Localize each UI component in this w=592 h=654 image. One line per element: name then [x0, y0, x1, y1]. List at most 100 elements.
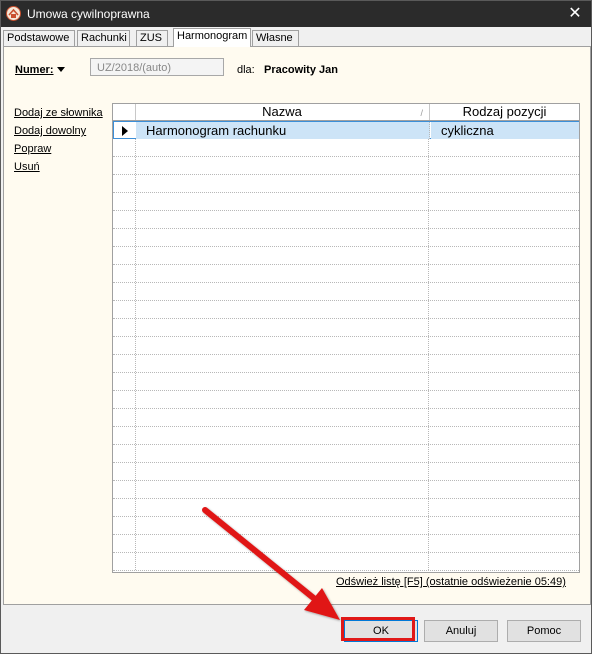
cell-rodzaj	[430, 427, 579, 444]
empty-table-row[interactable]	[113, 481, 579, 499]
cell-nazwa	[135, 481, 429, 498]
cell-nazwa	[135, 319, 429, 336]
cell-rodzaj	[430, 445, 579, 462]
app-icon	[6, 6, 21, 21]
cell-rodzaj	[430, 175, 579, 192]
column-header-rodzaj[interactable]: Rodzaj pozycji	[430, 104, 579, 120]
cell-nazwa	[135, 193, 429, 210]
cell-nazwa	[135, 301, 429, 318]
empty-table-row[interactable]	[113, 517, 579, 535]
empty-table-row[interactable]	[113, 427, 579, 445]
row-indicator-cell	[113, 139, 136, 156]
cell-rodzaj	[430, 283, 579, 300]
grid-header: Nazwa / Rodzaj pozycji	[113, 104, 579, 121]
empty-table-row[interactable]	[113, 175, 579, 193]
cell-rodzaj	[430, 337, 579, 354]
tab-harmonogram[interactable]: Harmonogram	[173, 28, 251, 47]
tab-zus[interactable]: ZUS	[136, 30, 168, 46]
row-indicator-cell	[113, 247, 136, 264]
row-indicator-cell	[113, 283, 136, 300]
sort-icon: /	[420, 108, 423, 118]
cell-rodzaj	[430, 535, 579, 552]
cell-rodzaj	[430, 247, 579, 264]
help-button[interactable]: Pomoc	[507, 620, 581, 642]
row-indicator-cell	[113, 319, 136, 336]
header-indicator-cell	[113, 104, 136, 120]
empty-table-row[interactable]	[113, 283, 579, 301]
row-indicator-cell	[113, 193, 136, 210]
empty-table-row[interactable]	[113, 211, 579, 229]
empty-table-row[interactable]	[113, 157, 579, 175]
cancel-button[interactable]: Anuluj	[424, 620, 498, 642]
window-title: Umowa cywilnoprawna	[27, 7, 150, 21]
cell-rodzaj	[430, 229, 579, 246]
numer-field[interactable]: UZ/2018/(auto)	[90, 58, 224, 76]
row-indicator-cell	[113, 337, 136, 354]
cell-nazwa	[135, 535, 429, 552]
cell-nazwa	[135, 427, 429, 444]
cell-rodzaj	[430, 391, 579, 408]
table-row[interactable]: Harmonogram rachunku cykliczna	[113, 121, 579, 139]
empty-table-row[interactable]	[113, 247, 579, 265]
empty-table-row[interactable]	[113, 391, 579, 409]
cell-nazwa	[135, 139, 429, 156]
schedule-grid[interactable]: Nazwa / Rodzaj pozycji Harmonogram rachu…	[112, 103, 580, 573]
cell-rodzaj	[430, 463, 579, 480]
cell-rodzaj	[430, 373, 579, 390]
edit-link[interactable]: Popraw	[14, 142, 103, 160]
cell-rodzaj	[430, 211, 579, 228]
empty-table-row[interactable]	[113, 229, 579, 247]
empty-table-row[interactable]	[113, 139, 579, 157]
ok-button[interactable]: OK	[344, 620, 418, 642]
tab-rachunki[interactable]: Rachunki	[77, 30, 130, 46]
cell-nazwa	[135, 175, 429, 192]
empty-table-row[interactable]	[113, 355, 579, 373]
add-custom-link[interactable]: Dodaj dowolny	[14, 124, 103, 142]
empty-table-row[interactable]	[113, 409, 579, 427]
numer-label[interactable]: Numer:	[15, 64, 54, 76]
empty-table-row[interactable]	[113, 445, 579, 463]
row-indicator-cell	[113, 229, 136, 246]
cell-nazwa	[135, 553, 429, 570]
row-indicator-cell	[114, 122, 137, 139]
cell-nazwa	[135, 517, 429, 534]
cell-rodzaj	[430, 319, 579, 336]
dla-value: Pracowity Jan	[264, 64, 338, 76]
refresh-link[interactable]: Odśwież listę [F5] (ostatnie odświeżenie…	[336, 576, 566, 588]
empty-table-row[interactable]	[113, 337, 579, 355]
empty-table-row[interactable]	[113, 463, 579, 481]
add-from-dictionary-link[interactable]: Dodaj ze słownika	[14, 106, 103, 124]
cell-nazwa	[135, 229, 429, 246]
cell-nazwa	[135, 499, 429, 516]
cell-rodzaj	[430, 355, 579, 372]
close-icon[interactable]: ✕	[559, 1, 591, 27]
cell-nazwa	[135, 283, 429, 300]
delete-link[interactable]: Usuń	[14, 160, 103, 178]
empty-table-row[interactable]	[113, 301, 579, 319]
cell-nazwa	[135, 373, 429, 390]
empty-table-row[interactable]	[113, 499, 579, 517]
empty-table-row[interactable]	[113, 319, 579, 337]
tab-wlasne[interactable]: Własne	[252, 30, 299, 46]
cell-rodzaj	[430, 481, 579, 498]
tab-podstawowe[interactable]: Podstawowe	[3, 30, 75, 46]
cell-nazwa	[135, 211, 429, 228]
cell-nazwa	[135, 247, 429, 264]
empty-table-row[interactable]	[113, 535, 579, 553]
action-links: Dodaj ze słownika Dodaj dowolny Popraw U…	[14, 106, 103, 178]
row-indicator-cell	[113, 445, 136, 462]
dialog-window: Umowa cywilnoprawna ✕ Podstawowe Rachunk…	[0, 0, 592, 654]
chevron-down-icon[interactable]	[57, 67, 65, 72]
column-header-nazwa[interactable]: Nazwa /	[135, 104, 430, 120]
empty-table-row[interactable]	[113, 553, 579, 571]
row-indicator-cell	[113, 265, 136, 282]
cell-rodzaj	[430, 157, 579, 174]
row-indicator-cell	[113, 355, 136, 372]
empty-table-row[interactable]	[113, 265, 579, 283]
empty-table-row[interactable]	[113, 193, 579, 211]
row-indicator-cell	[113, 499, 136, 516]
cell-rodzaj: cykliczna	[431, 122, 579, 139]
cell-rodzaj	[430, 409, 579, 426]
row-indicator-cell	[113, 409, 136, 426]
empty-table-row[interactable]	[113, 373, 579, 391]
